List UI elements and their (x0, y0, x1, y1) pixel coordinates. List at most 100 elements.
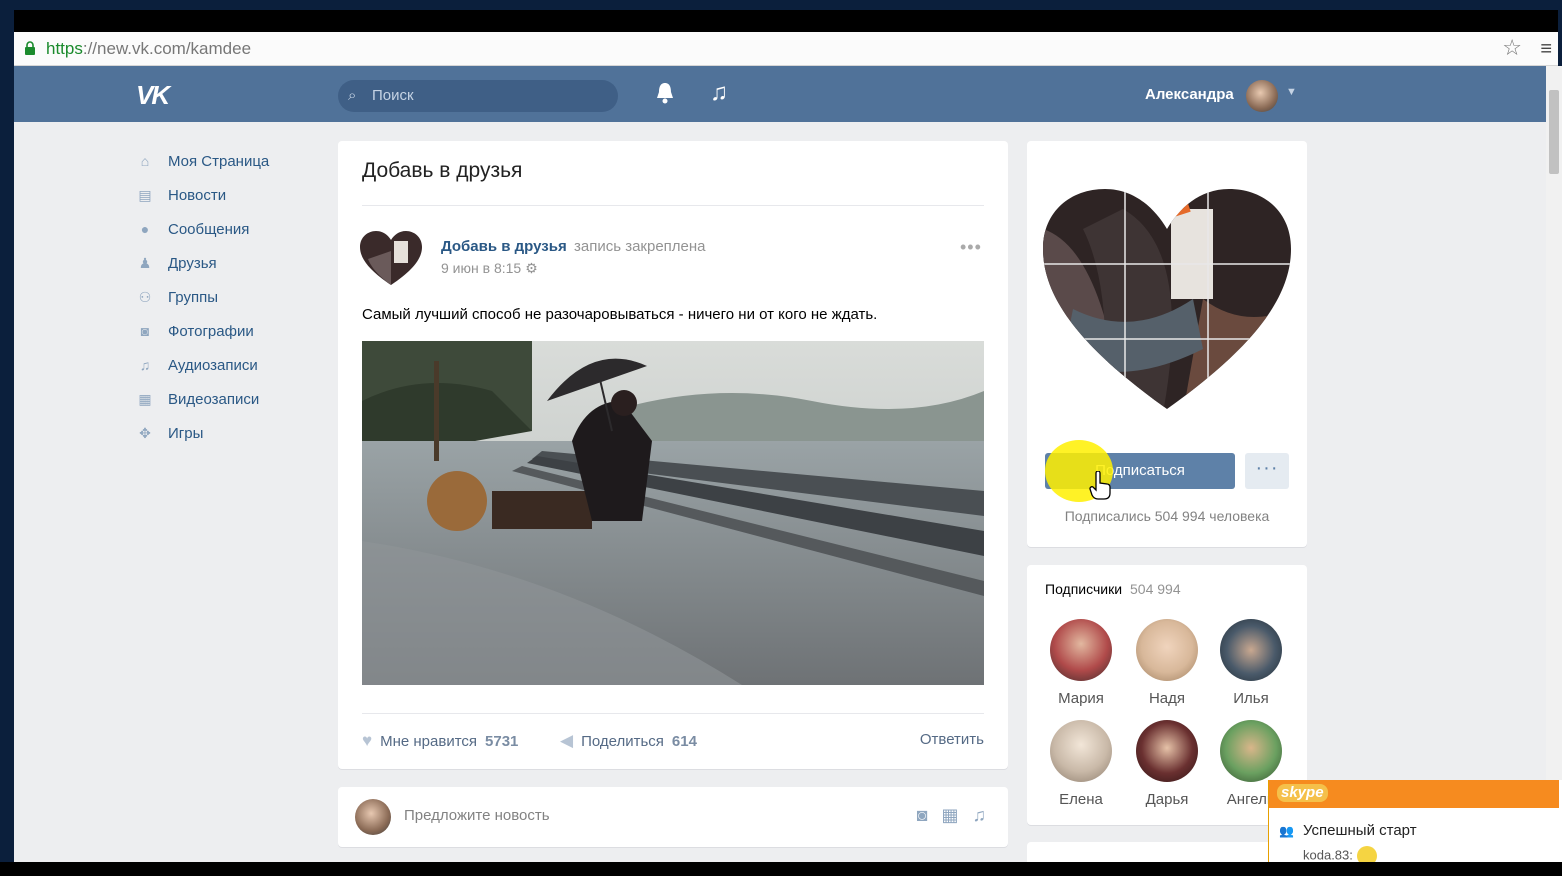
sidebar-item-audio[interactable]: ♫ Аудиозаписи (134, 348, 334, 382)
hand-cursor-icon (1089, 471, 1111, 500)
sidebar-item-label: Сообщения (168, 220, 250, 238)
sidebar-item-label: Фотографии (168, 322, 254, 340)
sidebar-nav: ⌂ Моя Страница ▤ Новости ● Сообщения ♟ Друзь… (134, 144, 334, 450)
follower-name: Мария (1058, 690, 1104, 707)
skype-chat-title: Успешный старт (1303, 822, 1417, 839)
follower-item[interactable]: Мария (1041, 619, 1121, 707)
post-pinned-label: запись закреплена (574, 238, 706, 255)
sidebar-item-photos[interactable]: ◙ Фотографии (134, 314, 334, 348)
window-top-strip (14, 10, 1558, 32)
skype-logo: skype (1277, 784, 1328, 802)
follower-item[interactable]: Дарья (1127, 720, 1207, 808)
vk-header: VK ⌕ Поиск ♫ Александра ▼ (14, 66, 1546, 122)
scrollbar[interactable] (1546, 66, 1562, 862)
follower-item[interactable]: Надя (1127, 619, 1207, 707)
sidebar-item-news[interactable]: ▤ Новости (134, 178, 334, 212)
star-icon[interactable]: ☆ (1502, 37, 1522, 59)
avatar (1220, 619, 1282, 681)
film-icon: ▦ (138, 390, 152, 407)
sidebar-item-groups[interactable]: ⚇ Группы (134, 280, 334, 314)
gear-icon: ⚙ (525, 260, 538, 276)
follower-name: Дарья (1145, 791, 1189, 808)
skype-message-sender: koda.83: (1303, 847, 1353, 863)
search-placeholder: Поиск (372, 87, 414, 104)
follower-item[interactable]: Илья (1211, 619, 1291, 707)
profile-card: Подписаться ··· Подписались 504 994 чело… (1027, 141, 1307, 547)
share-count: 614 (671, 732, 697, 750)
avatar (1220, 720, 1282, 782)
heart-icon: ♥ (362, 731, 373, 750)
reply-button[interactable]: Ответить (920, 731, 984, 748)
share-button[interactable]: ◀ Поделиться 614 (560, 731, 697, 751)
followers-card: Подписчики 504 994 Мария Надя Илья Елена … (1027, 565, 1307, 825)
chevron-down-icon[interactable]: ▼ (1286, 86, 1297, 98)
avatar (1136, 720, 1198, 782)
search-icon: ⌕ (348, 87, 357, 104)
sidebar-item-video[interactable]: ▦ Видеозаписи (134, 382, 334, 416)
followers-title-text: Подписчики (1045, 581, 1123, 597)
divider (362, 205, 984, 206)
music-icon[interactable]: ♫ (973, 805, 987, 826)
sidebar-item-label: Группы (168, 288, 218, 306)
follower-name: Илья (1233, 690, 1269, 707)
post-avatar[interactable] (360, 231, 422, 287)
skype-title-bar: skype (1269, 780, 1559, 808)
music-icon[interactable]: ♫ (710, 80, 728, 106)
screen: https://new.vk.com/kamdee ☆ ≡ VK ⌕ Поиск… (0, 0, 1562, 876)
scrollbar-thumb[interactable] (1549, 90, 1559, 174)
music-icon: ♫ (139, 357, 151, 373)
window-bottom-strip (0, 862, 1562, 876)
camera-icon: ◙ (140, 323, 150, 339)
vk-logo[interactable]: VK (136, 80, 170, 111)
followers-title[interactable]: Подписчики 504 994 (1045, 581, 1181, 597)
page-content: ⌂ Моя Страница ▤ Новости ● Сообщения ♟ Друзь… (14, 122, 1546, 876)
post-date[interactable]: 9 июн в 8:15 ⚙ (441, 260, 538, 277)
hamburger-icon[interactable]: ≡ (1540, 38, 1552, 60)
news-icon: ▤ (138, 186, 152, 203)
gamepad-icon: ✥ (139, 424, 151, 441)
groups-icon: ⚇ (138, 288, 152, 305)
home-icon: ⌂ (140, 153, 150, 169)
url-text[interactable]: https://new.vk.com/kamdee (46, 38, 251, 60)
browser-address-bar[interactable]: https://new.vk.com/kamdee ☆ ≡ (14, 32, 1558, 66)
lock-icon (25, 41, 35, 55)
suggest-news-input[interactable]: Предложите новость (404, 807, 550, 824)
follower-name: Надя (1148, 690, 1186, 707)
more-actions-button[interactable]: ··· (1245, 453, 1289, 489)
post-date-text: 9 июн в 8:15 (441, 260, 522, 276)
film-icon[interactable]: ▦ (941, 805, 958, 826)
sidebar-item-games[interactable]: ✥ Игры (134, 416, 334, 450)
more-icon[interactable]: ••• (960, 237, 982, 258)
sidebar-item-friends[interactable]: ♟ Друзья (134, 246, 334, 280)
post-photo[interactable] (362, 341, 984, 685)
follower-item[interactable]: Елена (1041, 720, 1121, 808)
camera-icon[interactable]: ◙ (917, 805, 928, 826)
avatar[interactable] (1246, 80, 1278, 112)
bell-icon[interactable] (654, 80, 676, 106)
attach-icons: ◙ ▦ ♫ (917, 805, 986, 826)
sidebar-item-label: Игры (168, 424, 204, 442)
sidebar-item-messages[interactable]: ● Сообщения (134, 212, 334, 246)
share-label: Поделиться (581, 732, 664, 750)
sidebar-item-label: Аудиозаписи (168, 356, 258, 374)
friend-icon: ♟ (138, 254, 152, 271)
group-chat-icon: 👥 (1279, 824, 1294, 838)
user-name[interactable]: Александра (1145, 86, 1234, 103)
like-count: 5731 (485, 732, 519, 750)
like-button[interactable]: ♥ Мне нравится 5731 (362, 731, 518, 751)
sidebar-item-label: Видеозаписи (168, 390, 260, 408)
post-author-link[interactable]: Добавь в друзья (441, 238, 567, 255)
sidebar-item-label: Моя Страница (168, 152, 270, 170)
search-input[interactable]: ⌕ Поиск (338, 80, 618, 112)
megaphone-icon: ◀ (560, 731, 574, 750)
url-path: ://new.vk.com/kamdee (82, 39, 252, 58)
wall-title: Добавь в друзья (362, 159, 523, 182)
avatar (1050, 720, 1112, 782)
wall-card: Добавь в друзья Добавь в друзья запись з… (338, 141, 1008, 769)
suggest-news-card[interactable]: Предложите новость ◙ ▦ ♫ (338, 787, 1008, 847)
followers-count: 504 994 (1130, 581, 1181, 597)
profile-photo[interactable] (1043, 189, 1291, 413)
avatar (1050, 619, 1112, 681)
sidebar-item-my-page[interactable]: ⌂ Моя Страница (134, 144, 334, 178)
messages-icon: ● (140, 221, 150, 237)
